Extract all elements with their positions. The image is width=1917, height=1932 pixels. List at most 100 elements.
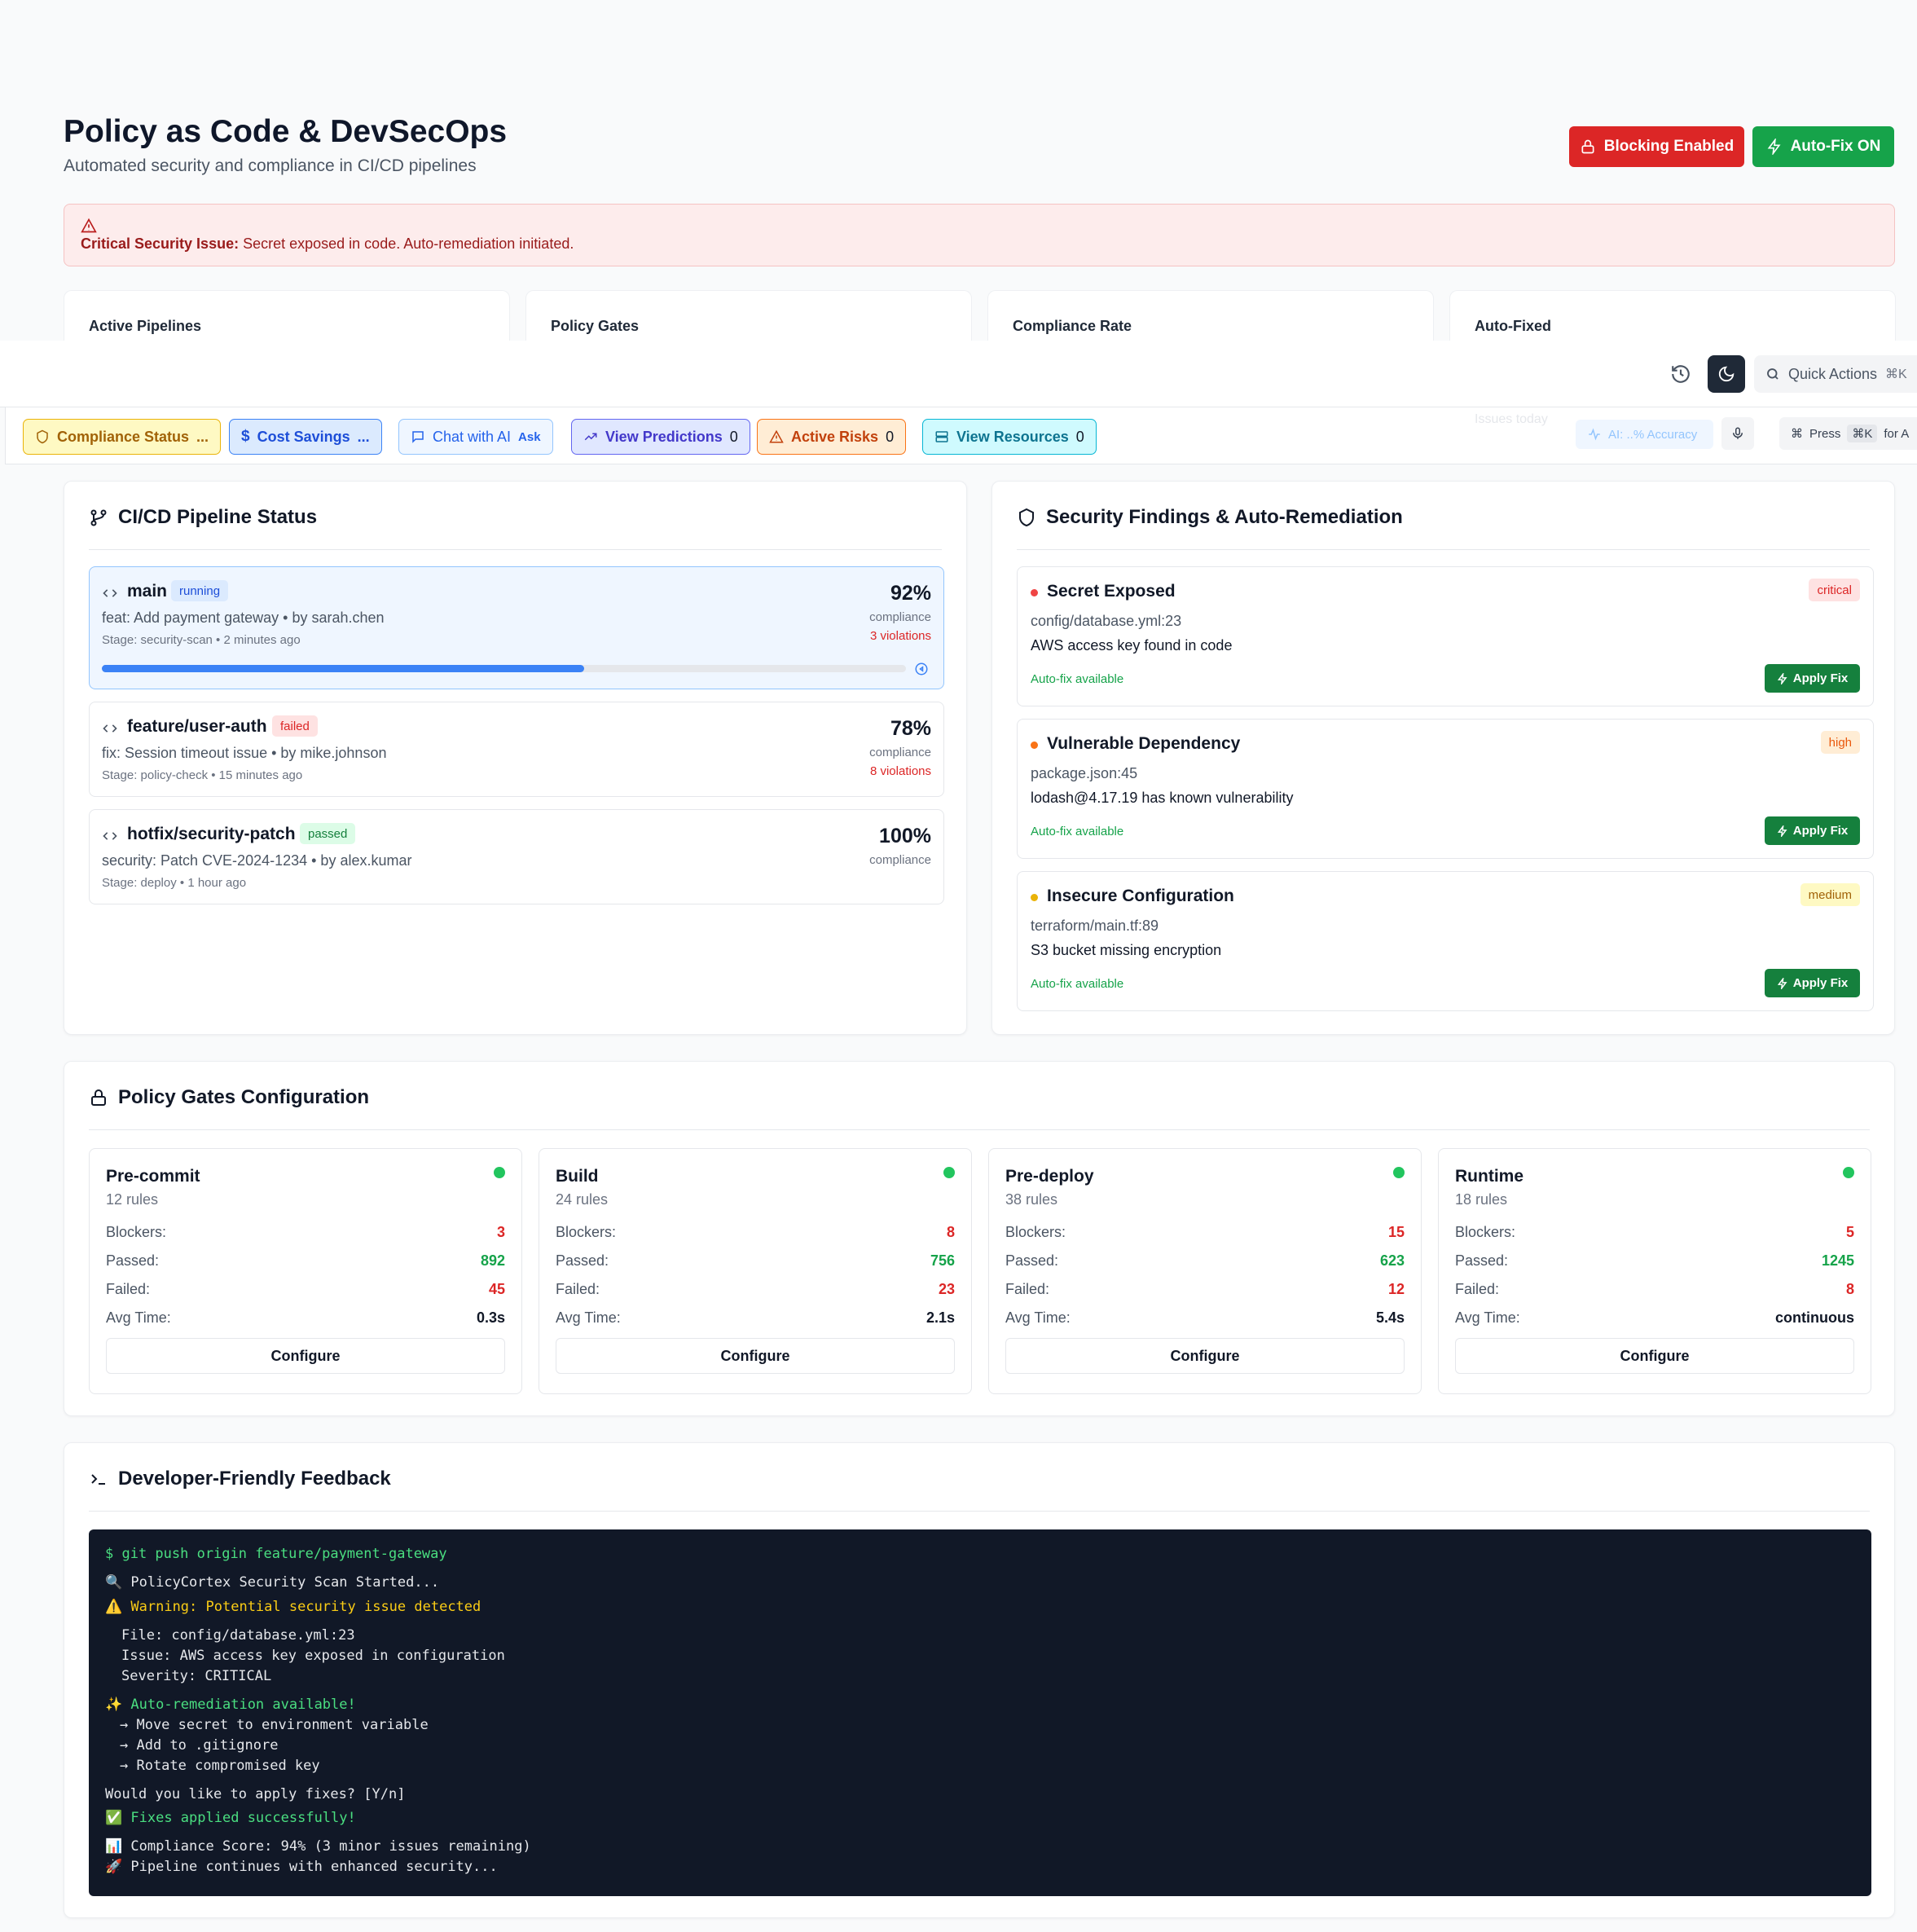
chip-view-predictions[interactable]: View Predictions 0 [571, 419, 750, 455]
chip-count: 0 [729, 428, 738, 445]
quick-actions-search[interactable]: Quick Actions ⌘K [1754, 355, 1917, 393]
pipeline-message: security: Patch CVE-2024-1234 • by alex.… [102, 852, 412, 869]
avg-time-label: Avg Time: [1455, 1309, 1520, 1326]
severity-badge: medium [1800, 883, 1860, 906]
history-icon[interactable] [1670, 363, 1691, 385]
finding-item: Vulnerable Dependency package.json:45 lo… [1017, 719, 1874, 859]
page-title: Policy as Code & DevSecOps [64, 114, 508, 149]
compliance-percent: 100% [879, 825, 931, 847]
dollar-icon: $ [241, 428, 250, 445]
chip-chat-with-ai[interactable]: Chat with AI Ask [398, 419, 553, 455]
top-toolbar: Quick Actions ⌘K [0, 341, 1917, 407]
passed-value: 892 [480, 1252, 505, 1269]
gate-status-dot [494, 1167, 505, 1178]
chip-view-resources[interactable]: View Resources 0 [922, 419, 1097, 455]
failed-label: Failed: [106, 1281, 151, 1297]
voice-button[interactable] [1721, 417, 1754, 450]
compliance-percent: 78% [890, 717, 931, 740]
message-icon [411, 429, 425, 444]
quick-actions-shortcut: ⌘K [1885, 367, 1907, 381]
quick-chip-bar: Compliance Status ... $ Cost Savings ...… [5, 407, 1917, 464]
avg-time-value: continuous [1775, 1309, 1854, 1326]
pipeline-status-card: CI/CD Pipeline Status main running feat:… [64, 481, 967, 1035]
terminal-icon [89, 1469, 108, 1489]
blockers-label: Blockers: [556, 1224, 617, 1240]
pipeline-branch: feature/user-auth [127, 717, 267, 736]
apply-fix-button[interactable]: Apply Fix [1765, 664, 1860, 693]
blockers-value: 3 [496, 1224, 505, 1240]
trending-up-icon [583, 429, 598, 444]
alert-bold-text: Critical Security Issue: [81, 235, 240, 252]
pipeline-item[interactable]: main running feat: Add payment gateway •… [89, 566, 944, 689]
terminal-line: Would you like to apply fixes? [Y/n] [105, 1786, 406, 1802]
chip-compliance-status[interactable]: Compliance Status ... [23, 419, 222, 455]
avg-time-value: 2.1s [926, 1309, 955, 1326]
pipeline-stage: Stage: security-scan • 2 minutes ago [102, 633, 301, 647]
critical-alert: Critical Security Issue: Secret exposed … [64, 204, 1895, 266]
stat-card-active-pipelines: Active Pipelines [64, 290, 510, 341]
terminal-line: Severity: CRITICAL [121, 1668, 272, 1684]
finding-location: terraform/main.tf:89 [1031, 918, 1159, 934]
avg-time-label: Avg Time: [556, 1309, 621, 1326]
blockers-label: Blockers: [106, 1224, 167, 1240]
pipeline-item[interactable]: feature/user-auth failed fix: Session ti… [89, 702, 944, 797]
activity-icon [1587, 427, 1602, 442]
auto-fix-available: Auto-fix available [1031, 672, 1124, 686]
progress-fill [102, 665, 585, 672]
gate-rules: 18 rules [1455, 1191, 1508, 1208]
command-icon: ⌘ [1791, 427, 1803, 441]
play-icon[interactable] [914, 662, 929, 676]
apply-fix-label: Apply Fix [1792, 824, 1849, 838]
configure-button[interactable]: Configure [556, 1338, 955, 1374]
violations-count: 8 violations [869, 764, 931, 778]
failed-label: Failed: [1005, 1281, 1050, 1297]
failed-value: 8 [1845, 1281, 1854, 1297]
auto-fix-available: Auto-fix available [1031, 825, 1124, 838]
terminal-line: → Rotate compromised key [120, 1758, 320, 1774]
apply-fix-button[interactable]: Apply Fix [1765, 816, 1860, 845]
chip-label: View Predictions [605, 428, 723, 445]
failed-value: 45 [488, 1281, 505, 1297]
auto-fix-available: Auto-fix available [1031, 977, 1124, 991]
blockers-value: 5 [1845, 1224, 1854, 1240]
security-findings-card: Security Findings & Auto-Remediation Sec… [991, 481, 1895, 1035]
terminal-line: $ git push origin feature/payment-gatewa… [105, 1546, 447, 1562]
finding-title: Insecure Configuration [1047, 887, 1234, 905]
chip-active-risks[interactable]: Active Risks 0 [757, 419, 907, 455]
configure-button[interactable]: Configure [1005, 1338, 1405, 1374]
finding-description: lodash@4.17.19 has known vulnerability [1031, 790, 1294, 806]
code-icon [102, 585, 118, 601]
chip-suffix: Ask [518, 429, 541, 444]
configure-button[interactable]: Configure [1455, 1338, 1854, 1374]
chip-suffix: ... [196, 428, 209, 445]
ghost-issues-text: Issues today [1475, 412, 1548, 426]
configure-button[interactable]: Configure [106, 1338, 505, 1374]
chip-label: Cost Savings [257, 428, 350, 445]
severity-dot [1031, 589, 1038, 596]
status-badge: running [171, 580, 229, 601]
blocking-enabled-button[interactable]: Blocking Enabled [1569, 126, 1744, 167]
code-icon [102, 720, 118, 737]
chip-cost-savings[interactable]: $ Cost Savings ... [229, 419, 382, 455]
progress-track [102, 665, 906, 672]
auto-fix-button[interactable]: Auto-Fix ON [1752, 126, 1894, 167]
pipeline-message: feat: Add payment gateway • by sarah.che… [102, 610, 385, 626]
server-icon [934, 429, 949, 444]
passed-value: 756 [930, 1252, 955, 1269]
passed-label: Passed: [106, 1252, 160, 1269]
pipeline-branch: main [127, 582, 168, 601]
microphone-icon [1730, 426, 1745, 441]
passed-value: 623 [1379, 1252, 1405, 1269]
stat-label: Auto-Fixed [1475, 318, 1551, 334]
pipeline-item[interactable]: hotfix/security-patch passed security: P… [89, 809, 944, 904]
git-branch-icon [89, 508, 108, 527]
passed-label: Passed: [1005, 1252, 1059, 1269]
finding-description: AWS access key found in code [1031, 637, 1233, 654]
severity-dot [1031, 742, 1038, 749]
code-icon [102, 828, 118, 844]
compliance-label: compliance [869, 610, 931, 624]
stat-label: Policy Gates [551, 318, 640, 334]
apply-fix-button[interactable]: Apply Fix [1765, 969, 1860, 997]
severity-dot [1031, 894, 1038, 901]
dark-mode-toggle[interactable] [1708, 355, 1745, 393]
